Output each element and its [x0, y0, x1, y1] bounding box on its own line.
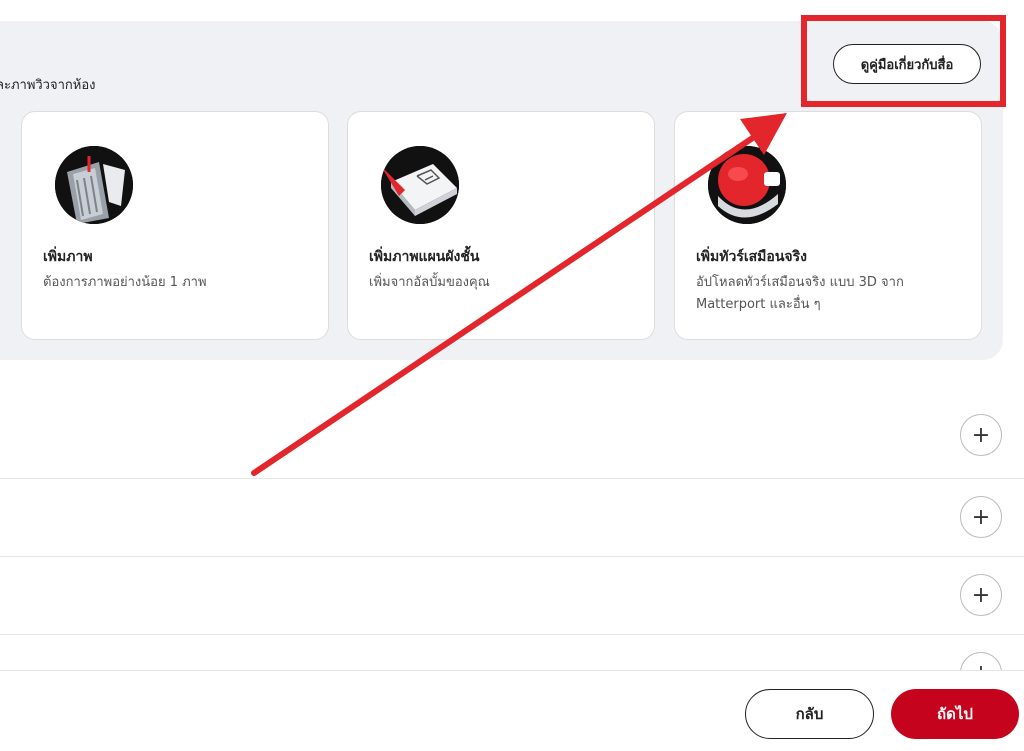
next-button[interactable]: ถัดไป	[891, 689, 1019, 739]
card-title: เพิ่มภาพแผนผังชั้น	[369, 249, 480, 265]
virtual-tour-illustration-icon	[708, 146, 786, 224]
expand-plus-icon[interactable]: +	[960, 496, 1002, 538]
footer-bar: กลับ ถัดไป	[0, 670, 1024, 751]
expand-plus-icon[interactable]: +	[960, 414, 1002, 456]
accordion-row: +	[0, 360, 1024, 479]
add-virtual-tour-card[interactable]: เพิ่มทัวร์เสมือนจริง อัปโหลดทัวร์เสมือนจ…	[674, 111, 982, 340]
card-title: เพิ่มภาพ	[43, 249, 93, 265]
card-title: เพิ่มทัวร์เสมือนจริง	[696, 249, 807, 265]
card-description: อัปโหลดทัวร์เสมือนจริง แบบ 3D จาก Matter…	[696, 275, 904, 312]
floorplan-illustration-icon	[381, 146, 459, 224]
card-description: ต้องการภาพอย่างน้อย 1 ภาพ	[43, 275, 207, 290]
back-button[interactable]: กลับ	[745, 689, 874, 739]
accordion-row: +	[0, 478, 1024, 557]
media-panel-subtitle: ละภาพวิวจากห้อง	[0, 78, 96, 93]
media-guide-button[interactable]: ดูคู่มือเกี่ยวกับสื่อ	[833, 44, 981, 84]
expand-plus-icon[interactable]: +	[960, 574, 1002, 616]
add-floorplan-card[interactable]: เพิ่มภาพแผนผังชั้น เพิ่มจากอัลบั้มของคุณ	[347, 111, 655, 340]
add-photos-card[interactable]: เพิ่มภาพ ต้องการภาพอย่างน้อย 1 ภาพ	[21, 111, 329, 340]
page: ละภาพวิวจากห้อง ดูคู่มือเกี่ยวกับสื่อ เพ…	[0, 0, 1024, 751]
accordion-row: +	[0, 556, 1024, 635]
card-description: เพิ่มจากอัลบั้มของคุณ	[369, 275, 490, 290]
photos-illustration-icon	[55, 146, 133, 224]
